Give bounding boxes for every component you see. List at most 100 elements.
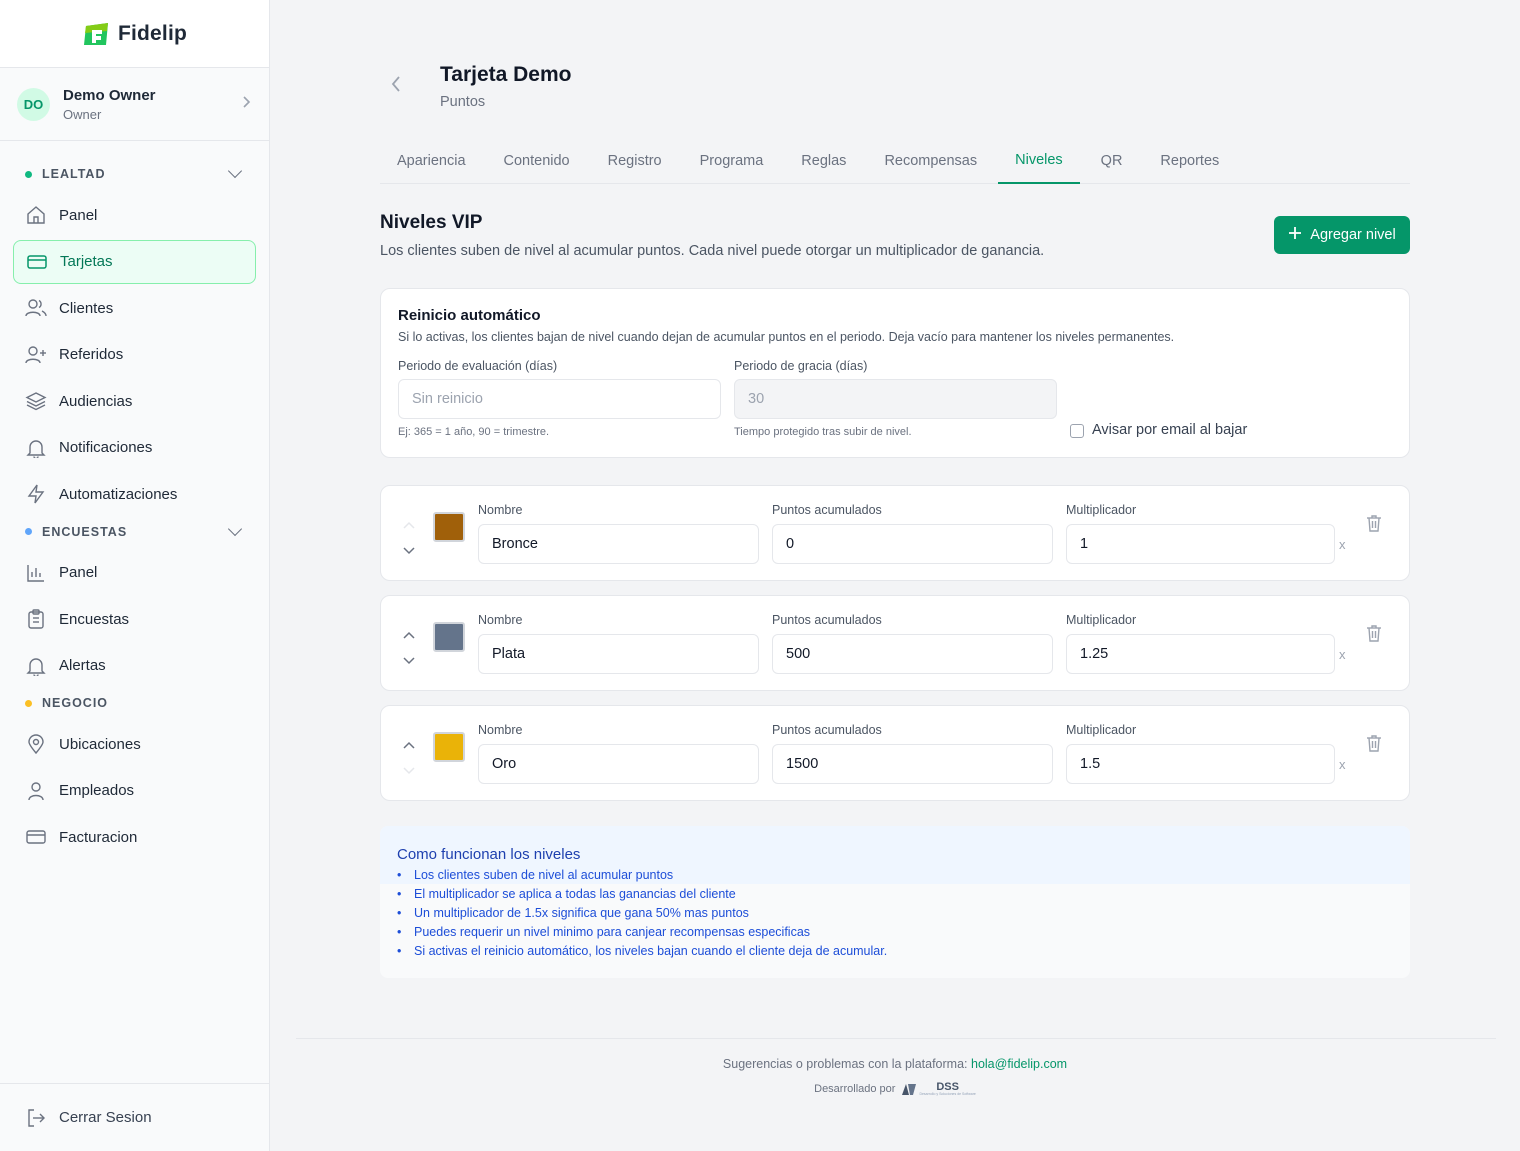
level-points-input[interactable]: 500	[772, 634, 1053, 674]
move-down-icon[interactable]	[403, 652, 415, 665]
bell-icon	[25, 437, 47, 459]
tab-recompensas[interactable]: Recompensas	[867, 138, 994, 184]
page-title: Tarjeta Demo	[440, 63, 572, 86]
footer-divider	[296, 1038, 1496, 1039]
level-name-input[interactable]: Bronce	[478, 524, 759, 564]
fidelip-logo-icon	[82, 21, 112, 47]
multiplier-label: Multiplicador	[1066, 503, 1137, 517]
move-down-icon[interactable]	[403, 762, 415, 775]
sidebar-item-clientes[interactable]: Clientes	[13, 286, 256, 330]
page-subtitle: Puntos	[440, 94, 486, 110]
sidebar-item-tarjetas[interactable]: Tarjetas	[13, 239, 256, 284]
section-dot	[25, 170, 32, 178]
section-title: Niveles VIP	[380, 212, 483, 233]
sidebar-item-referidos[interactable]: Referidos	[13, 333, 256, 377]
chevron-right-icon	[241, 95, 251, 113]
level-multiplier-input[interactable]: 1	[1066, 524, 1335, 564]
dss-logo[interactable]: DSS Desarrollo y Soluciones de Software	[901, 1082, 976, 1097]
brand-name: Fidelip	[117, 21, 188, 45]
sidebar-item-empleados[interactable]: Empleados	[13, 769, 256, 813]
tab-qr[interactable]: QR	[1084, 138, 1140, 184]
sidebar-item-facturacion[interactable]: Facturacion	[13, 815, 256, 859]
user-menu[interactable]: DO Demo Owner Owner	[0, 68, 269, 141]
list-item: Un multiplicador de 1.5x significa que g…	[397, 906, 887, 925]
section-title: ENCUESTAS	[42, 524, 128, 539]
eval-period-input[interactable]: Sin reinicio	[398, 379, 721, 419]
list-item: Si activas el reinicio automático, los n…	[397, 944, 887, 963]
back-arrow-icon[interactable]	[390, 60, 410, 108]
card-icon	[26, 251, 48, 273]
support-email-link[interactable]: hola@fidelip.com	[971, 1057, 1067, 1071]
sidebar-item-alertas[interactable]: Alertas	[13, 644, 256, 688]
multiplier-suffix: x	[1339, 647, 1346, 662]
tab-contenido[interactable]: Contenido	[487, 138, 587, 184]
list-item: Los clientes suben de nivel al acumular …	[397, 868, 887, 887]
section-dot	[25, 699, 32, 707]
level-color-swatch[interactable]	[433, 622, 465, 652]
sidebar-item-ubicaciones[interactable]: Ubicaciones	[13, 722, 256, 766]
bar-chart-icon	[25, 562, 47, 584]
list-item: Puedes requerir un nivel minimo para can…	[397, 925, 887, 944]
sidebar-item-encuestas-panel[interactable]: Panel	[13, 551, 256, 595]
logout-button[interactable]: Cerrar Sesion	[0, 1083, 269, 1151]
level-color-swatch[interactable]	[433, 512, 465, 542]
move-up-icon[interactable]	[403, 516, 415, 529]
developer-text: Desarrollado por	[814, 1083, 896, 1096]
tab-registro[interactable]: Registro	[591, 138, 679, 184]
sidebar-item-label: Panel	[59, 564, 98, 581]
dss-logo-icon	[902, 1084, 917, 1096]
trash-icon[interactable]	[1366, 624, 1382, 642]
move-up-icon[interactable]	[403, 736, 415, 749]
multiplier-label: Multiplicador	[1066, 723, 1137, 737]
level-name-input[interactable]: Plata	[478, 634, 759, 674]
sidebar-item-label: Automatizaciones	[59, 485, 178, 503]
sidebar-item-audiencias[interactable]: Audiencias	[13, 379, 256, 423]
level-multiplier-input[interactable]: 1.5	[1066, 744, 1335, 784]
section-encuestas[interactable]: ENCUESTAS	[0, 519, 269, 545]
list-item: El multiplicador se aplica a todas las g…	[397, 887, 887, 906]
grace-period-hint: Tiempo protegido tras subir de nivel.	[734, 426, 912, 438]
grace-period-input[interactable]: 30	[734, 379, 1057, 419]
section-lealtad[interactable]: LEALTAD	[0, 161, 269, 187]
level-points-input[interactable]: 0	[772, 524, 1053, 564]
points-label: Puntos acumulados	[772, 613, 882, 627]
add-level-button[interactable]: Agregar nivel	[1274, 216, 1410, 254]
sidebar-item-encuestas[interactable]: Encuestas	[13, 597, 256, 641]
home-icon	[25, 204, 47, 226]
level-points-input[interactable]: 1500	[772, 744, 1053, 784]
section-negocio[interactable]: NEGOCIO	[0, 690, 269, 716]
move-up-icon[interactable]	[403, 626, 415, 639]
level-name-input[interactable]: Oro	[478, 744, 759, 784]
sidebar-item-label: Encuestas	[59, 610, 130, 628]
move-down-icon[interactable]	[403, 542, 415, 555]
grace-period-label: Periodo de gracia (días)	[734, 359, 868, 373]
auto-reset-card: Reinicio automático Si lo activas, los c…	[380, 288, 1410, 458]
tab-programa[interactable]: Programa	[683, 138, 781, 184]
level-color-swatch[interactable]	[433, 732, 465, 762]
sidebar-item-notificaciones[interactable]: Notificaciones	[13, 426, 256, 470]
sidebar-item-automatizaciones[interactable]: Automatizaciones	[13, 472, 256, 516]
points-label: Puntos acumulados	[772, 723, 882, 737]
points-label: Puntos acumulados	[772, 503, 882, 517]
sidebar-item-label: Panel	[59, 206, 98, 224]
sidebar-item-panel[interactable]: Panel	[13, 193, 256, 237]
sidebar-item-label: Notificaciones	[59, 439, 153, 456]
trash-icon[interactable]	[1366, 734, 1382, 752]
level-multiplier-input[interactable]: 1.25	[1066, 634, 1335, 674]
trash-icon[interactable]	[1366, 514, 1382, 532]
info-title: Como funcionan los niveles	[397, 846, 581, 863]
tab-apariencia[interactable]: Apariencia	[380, 138, 483, 184]
footer-developer: Desarrollado por DSS Desarrollo y Soluci…	[270, 1082, 1520, 1097]
level-row: Nombre Oro Puntos acumulados 1500 Multip…	[380, 705, 1410, 801]
user-role: Owner	[63, 106, 102, 122]
chevron-down-icon	[227, 163, 243, 179]
tab-reportes[interactable]: Reportes	[1143, 138, 1236, 184]
card-title: Reinicio automático	[398, 307, 541, 324]
tab-niveles[interactable]: Niveles	[998, 138, 1080, 184]
card-description: Si lo activas, los clientes bajan de niv…	[398, 330, 1175, 344]
sidebar-item-label: Audiencias	[59, 392, 133, 410]
tab-reglas[interactable]: Reglas	[784, 138, 863, 184]
multiplier-suffix: x	[1339, 537, 1346, 552]
logo[interactable]: Fidelip	[0, 0, 269, 68]
email-notify-checkbox[interactable]	[1070, 424, 1084, 438]
